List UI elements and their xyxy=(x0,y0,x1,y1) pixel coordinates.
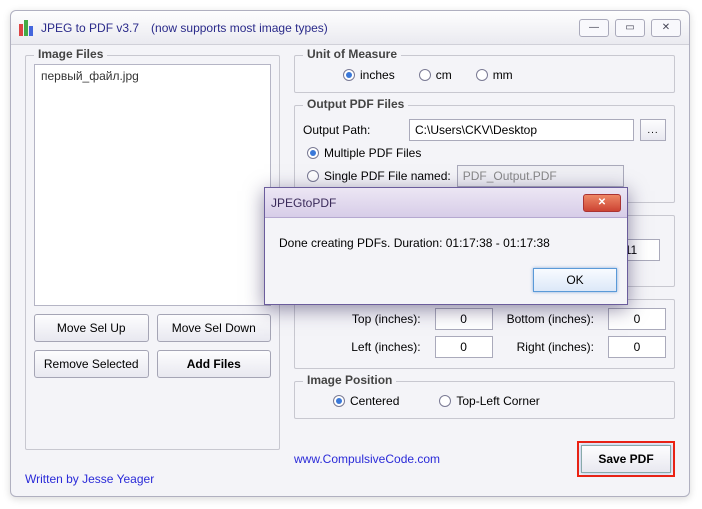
app-tagline: (now supports most image types) xyxy=(151,21,328,35)
dialog-title: JPEGtoPDF xyxy=(271,196,336,210)
maximize-button[interactable]: ▭ xyxy=(615,19,645,37)
single-pdf-radio[interactable]: Single PDF File named: xyxy=(307,169,451,183)
image-files-fieldset: Image Files первый_файл.jpg Move Sel Up … xyxy=(25,55,280,450)
app-title: JPEG to PDF v3.7 xyxy=(41,21,139,35)
position-topleft-radio[interactable]: Top-Left Corner xyxy=(439,394,539,408)
image-position-fieldset: Image Position Centered Top-Left Corner xyxy=(294,381,675,419)
move-down-button[interactable]: Move Sel Down xyxy=(157,314,272,342)
radio-icon xyxy=(307,147,319,159)
output-label: Output PDF Files xyxy=(303,97,408,111)
margin-left-label: Left (inches): xyxy=(351,340,420,354)
radio-icon xyxy=(333,395,345,407)
radio-icon xyxy=(343,69,355,81)
left-column: Image Files первый_файл.jpg Move Sel Up … xyxy=(25,55,280,486)
radio-icon xyxy=(307,170,319,182)
save-pdf-button[interactable]: Save PDF xyxy=(581,445,671,473)
footer-row: www.CompulsiveCode.com Save PDF xyxy=(294,431,675,477)
unit-fieldset: Unit of Measure inches cm mm xyxy=(294,55,675,93)
close-button[interactable]: ✕ xyxy=(651,19,681,37)
app-icon xyxy=(19,20,35,36)
output-path-input[interactable] xyxy=(409,119,634,141)
margin-top-label: Top (inches): xyxy=(351,312,420,326)
margin-right-label: Right (inches): xyxy=(507,340,594,354)
unit-inches-radio[interactable]: inches xyxy=(343,68,395,82)
single-pdf-name-input xyxy=(457,165,624,187)
add-files-button[interactable]: Add Files xyxy=(157,350,272,378)
image-files-label: Image Files xyxy=(34,47,107,61)
author-link[interactable]: Written by Jesse Yeager xyxy=(25,472,154,486)
dialog-ok-button[interactable]: OK xyxy=(533,268,617,292)
multiple-pdf-radio[interactable]: Multiple PDF Files xyxy=(307,146,421,160)
unit-label: Unit of Measure xyxy=(303,47,401,61)
unit-cm-radio[interactable]: cm xyxy=(419,68,452,82)
image-position-label: Image Position xyxy=(303,373,396,387)
position-centered-radio[interactable]: Centered xyxy=(333,394,399,408)
completion-dialog: JPEGtoPDF ✕ Done creating PDFs. Duration… xyxy=(264,187,628,305)
margin-right-input[interactable] xyxy=(608,336,666,358)
save-highlight: Save PDF xyxy=(577,441,675,477)
margin-left-input[interactable] xyxy=(435,336,493,358)
move-up-button[interactable]: Move Sel Up xyxy=(34,314,149,342)
radio-icon xyxy=(476,69,488,81)
window-controls: — ▭ ✕ xyxy=(579,19,681,37)
browse-button[interactable]: ... xyxy=(640,119,666,141)
dialog-titlebar: JPEGtoPDF ✕ xyxy=(265,188,627,218)
margin-top-input[interactable] xyxy=(435,308,493,330)
minimize-button[interactable]: — xyxy=(579,19,609,37)
radio-icon xyxy=(419,69,431,81)
radio-icon xyxy=(439,395,451,407)
margins-fieldset: Top (inches): Bottom (inches): Left (inc… xyxy=(294,299,675,369)
remove-selected-button[interactable]: Remove Selected xyxy=(34,350,149,378)
titlebar: JPEG to PDF v3.7 (now supports most imag… xyxy=(11,11,689,45)
dialog-message: Done creating PDFs. Duration: 01:17:38 -… xyxy=(265,218,627,260)
margin-bottom-label: Bottom (inches): xyxy=(507,312,594,326)
output-path-label: Output Path: xyxy=(303,123,403,137)
dialog-close-button[interactable]: ✕ xyxy=(583,194,621,212)
margin-bottom-input[interactable] xyxy=(608,308,666,330)
website-link[interactable]: www.CompulsiveCode.com xyxy=(294,452,440,466)
list-item[interactable]: первый_файл.jpg xyxy=(41,69,264,83)
unit-mm-radio[interactable]: mm xyxy=(476,68,513,82)
image-files-list[interactable]: первый_файл.jpg xyxy=(34,64,271,306)
